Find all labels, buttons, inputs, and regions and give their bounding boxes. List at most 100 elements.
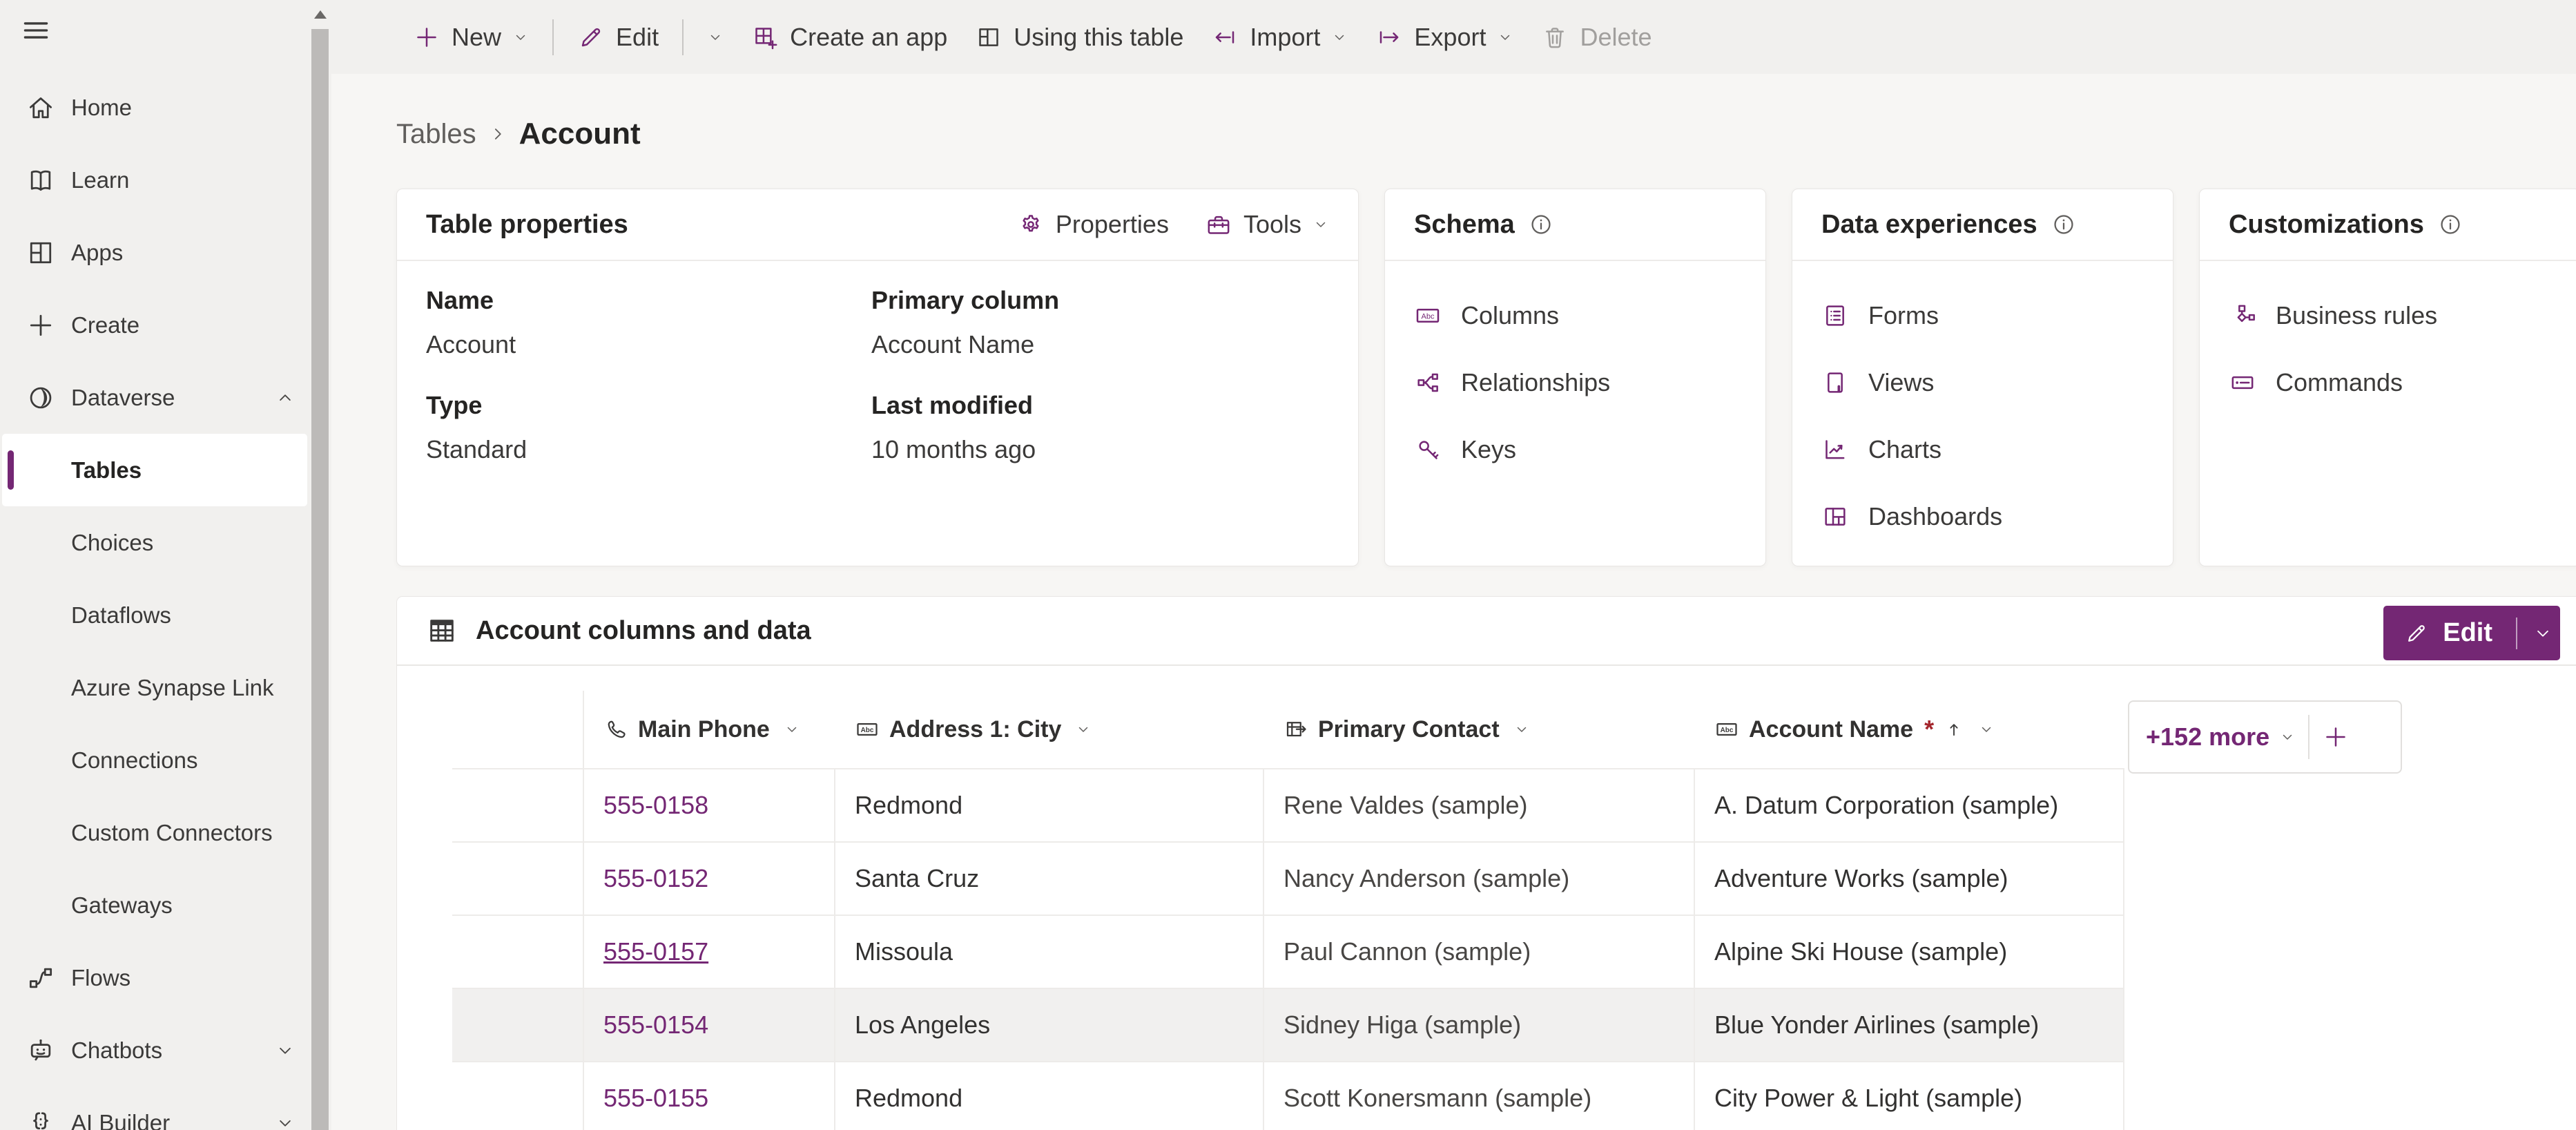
chevron-down-icon[interactable] bbox=[2533, 623, 2553, 644]
phone-link[interactable]: 555-0154 bbox=[603, 1011, 708, 1040]
cell-city[interactable]: Missoula bbox=[835, 916, 1264, 988]
chevron-down-icon bbox=[512, 29, 529, 46]
info-icon[interactable] bbox=[1529, 212, 1553, 237]
row-select-cell[interactable] bbox=[452, 769, 584, 841]
chevron-down-icon bbox=[1497, 29, 1513, 46]
properties-button[interactable]: Properties bbox=[1017, 210, 1169, 239]
sort-ascending-icon bbox=[1944, 719, 1964, 740]
chevron-down-icon bbox=[784, 721, 800, 738]
cell-account-name[interactable]: Adventure Works (sample) bbox=[1695, 843, 2124, 914]
using-this-table-button[interactable]: Using this table bbox=[961, 11, 1197, 64]
column-header-main-phone[interactable]: Main Phone bbox=[584, 691, 835, 768]
delete-button[interactable]: Delete bbox=[1527, 11, 1665, 64]
info-icon[interactable] bbox=[2051, 212, 2076, 237]
sidebar-item-apps[interactable]: Apps bbox=[0, 216, 331, 289]
column-header-account-name[interactable]: Account Name * bbox=[1695, 691, 2124, 768]
sidebar-item-dataflows[interactable]: Dataflows bbox=[0, 579, 331, 651]
add-column-button[interactable] bbox=[2322, 723, 2350, 751]
cell-city[interactable]: Redmond bbox=[835, 1062, 1264, 1130]
cell-primary-contact[interactable]: Scott Konersmann (sample) bbox=[1264, 1062, 1695, 1130]
chevron-down-icon bbox=[1513, 721, 1530, 738]
sidebar-item-create[interactable]: Create bbox=[0, 289, 331, 361]
cell-main-phone[interactable]: 555-0154 bbox=[584, 989, 835, 1061]
table-row: 555-0152 Santa Cruz Nancy Anderson (samp… bbox=[452, 841, 2124, 914]
cell-primary-contact[interactable]: Sidney Higa (sample) bbox=[1264, 989, 1695, 1061]
cell-account-name[interactable]: City Power & Light (sample) bbox=[1695, 1062, 2124, 1130]
export-button-label: Export bbox=[1414, 22, 1486, 51]
sidebar-item-custom-connectors[interactable]: Custom Connectors bbox=[0, 796, 331, 869]
experiences-item-dashboards[interactable]: Dashboards bbox=[1821, 483, 2144, 550]
sidebar-item-tables[interactable]: Tables bbox=[2, 434, 307, 506]
scrollbar-up-arrow[interactable] bbox=[309, 0, 331, 29]
cell-city[interactable]: Redmond bbox=[835, 769, 1264, 841]
cell-primary-contact[interactable]: Paul Cannon (sample) bbox=[1264, 916, 1695, 988]
experiences-item-charts[interactable]: Charts bbox=[1821, 416, 2144, 483]
info-icon[interactable] bbox=[2438, 212, 2463, 237]
customizations-item-business-rules[interactable]: Business rules bbox=[2229, 282, 2551, 349]
cell-main-phone[interactable]: 555-0158 bbox=[584, 769, 835, 841]
phone-link[interactable]: 555-0152 bbox=[603, 864, 708, 893]
column-header-address-city[interactable]: Address 1: City bbox=[835, 691, 1264, 768]
edit-button[interactable]: Edit bbox=[563, 11, 672, 64]
tools-button[interactable]: Tools bbox=[1205, 210, 1329, 239]
cell-main-phone[interactable]: 555-0157 bbox=[584, 916, 835, 988]
sidebar-item-dataverse[interactable]: Dataverse bbox=[0, 361, 331, 434]
sidebar-item-azure-synapse-link[interactable]: Azure Synapse Link bbox=[0, 651, 331, 724]
schema-item-columns[interactable]: Columns bbox=[1414, 282, 1736, 349]
row-select-cell[interactable] bbox=[452, 916, 584, 988]
select-column-header[interactable] bbox=[452, 691, 584, 768]
edit-split-chevron-button[interactable] bbox=[693, 11, 737, 64]
chevron-up-icon bbox=[275, 387, 296, 408]
cell-city[interactable]: Los Angeles bbox=[835, 989, 1264, 1061]
sidebar-item-choices[interactable]: Choices bbox=[0, 506, 331, 579]
cell-main-phone[interactable]: 555-0152 bbox=[584, 843, 835, 914]
lookup-icon bbox=[1284, 717, 1308, 742]
column-header-primary-contact[interactable]: Primary Contact bbox=[1264, 691, 1695, 768]
sidebar-item-label: Home bbox=[71, 94, 133, 120]
export-button[interactable]: Export bbox=[1362, 11, 1527, 64]
sidebar-item-label: Dataverse bbox=[71, 384, 175, 410]
cell-main-phone[interactable]: 555-0155 bbox=[584, 1062, 835, 1130]
more-columns-button[interactable]: +152 more bbox=[2146, 722, 2296, 751]
command-bar: New Edit Create an app Using this table … bbox=[331, 0, 2576, 74]
hamburger-icon bbox=[21, 15, 51, 46]
sidebar-item-gateways[interactable]: Gateways bbox=[0, 869, 331, 941]
row-select-cell[interactable] bbox=[452, 989, 584, 1061]
create-an-app-button[interactable]: Create an app bbox=[737, 11, 961, 64]
sidebar-item-home[interactable]: Home bbox=[0, 71, 331, 144]
sidebar-item-ai-builder[interactable]: AI Builder bbox=[0, 1086, 331, 1130]
cell-city[interactable]: Santa Cruz bbox=[835, 843, 1264, 914]
schema-item-keys[interactable]: Keys bbox=[1414, 416, 1736, 483]
list-item-label: Columns bbox=[1461, 300, 1560, 329]
experiences-item-forms[interactable]: Forms bbox=[1821, 282, 2144, 349]
row-select-cell[interactable] bbox=[452, 1062, 584, 1130]
sidebar-item-connections[interactable]: Connections bbox=[0, 724, 331, 796]
scrollbar-thumb[interactable] bbox=[311, 29, 329, 1130]
sidebar-item-label: Chatbots bbox=[71, 1037, 163, 1063]
cell-account-name[interactable]: A. Datum Corporation (sample) bbox=[1695, 769, 2124, 841]
sidebar-scrollbar[interactable] bbox=[309, 0, 331, 1130]
sidebar-item-chatbots[interactable]: Chatbots bbox=[0, 1014, 331, 1086]
new-button[interactable]: New bbox=[399, 11, 543, 64]
import-button[interactable]: Import bbox=[1197, 11, 1362, 64]
breadcrumb-tables-link[interactable]: Tables bbox=[396, 119, 476, 150]
cell-account-name[interactable]: Blue Yonder Airlines (sample) bbox=[1695, 989, 2124, 1061]
cell-primary-contact[interactable]: Nancy Anderson (sample) bbox=[1264, 843, 1695, 914]
customizations-item-commands[interactable]: Commands bbox=[2229, 349, 2551, 416]
sidebar-item-flows[interactable]: Flows bbox=[0, 941, 331, 1014]
phone-link[interactable]: 555-0158 bbox=[603, 791, 708, 820]
row-select-cell[interactable] bbox=[452, 843, 584, 914]
phone-link[interactable]: 555-0157 bbox=[603, 937, 708, 966]
schema-item-relationships[interactable]: Relationships bbox=[1414, 349, 1736, 416]
flow-icon bbox=[26, 963, 56, 993]
phone-link[interactable]: 555-0155 bbox=[603, 1084, 708, 1113]
grid-edit-button[interactable]: Edit bbox=[2383, 606, 2560, 660]
cell-account-name[interactable]: Alpine Ski House (sample) bbox=[1695, 916, 2124, 988]
hamburger-menu-button[interactable] bbox=[21, 15, 51, 46]
experiences-item-views[interactable]: Views bbox=[1821, 349, 2144, 416]
sidebar-item-learn[interactable]: Learn bbox=[0, 144, 331, 216]
chevron-down-icon bbox=[275, 1113, 296, 1130]
chevron-down-icon bbox=[1331, 29, 1348, 46]
card-title: Schema bbox=[1414, 209, 1515, 239]
cell-primary-contact[interactable]: Rene Valdes (sample) bbox=[1264, 769, 1695, 841]
